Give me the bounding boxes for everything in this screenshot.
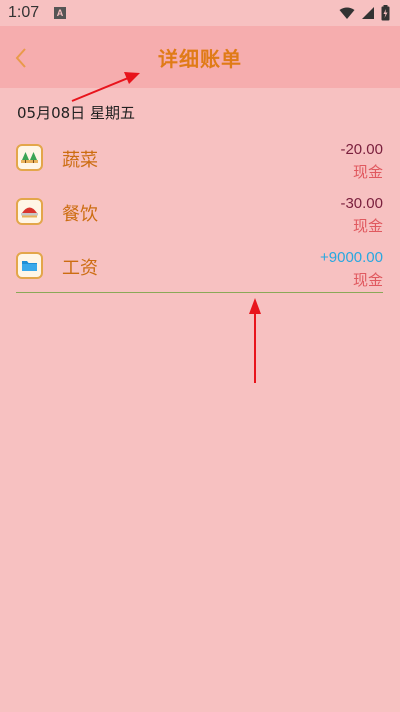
app-header: 详细账单 [0, 26, 400, 88]
wifi-icon [339, 7, 355, 19]
record-category: 工资 [62, 258, 98, 279]
date-label: 05月08日 星期五 [17, 104, 135, 122]
notification-icon: A [54, 7, 66, 19]
record-payment-method: 现金 [352, 217, 383, 235]
page-title: 详细账单 [158, 47, 242, 71]
status-icons [339, 5, 390, 21]
records-list: 蔬菜 -20.00 现金 餐饮 -30.00 现金 工资 +9000.00 现金 [16, 132, 384, 294]
record-payment-method: 现金 [352, 163, 383, 181]
battery-icon [381, 5, 390, 21]
record-payment-method: 现金 [352, 271, 383, 289]
record-category: 餐饮 [62, 204, 98, 225]
signal-icon [362, 7, 374, 19]
list-divider [16, 292, 383, 293]
bowl-icon [16, 198, 43, 225]
trees-icon [16, 144, 43, 171]
record-row[interactable]: 工资 +9000.00 现金 [16, 240, 384, 294]
record-row[interactable]: 蔬菜 -20.00 现金 [16, 132, 384, 186]
record-category: 蔬菜 [62, 150, 98, 171]
record-amount: -20.00 [340, 141, 383, 158]
record-row[interactable]: 餐饮 -30.00 现金 [16, 186, 384, 240]
record-amount: +9000.00 [320, 249, 383, 266]
folder-icon [16, 252, 43, 279]
record-amount: -30.00 [340, 195, 383, 212]
status-time: 1:07 [8, 4, 40, 21]
status-bar: 1:07 A [0, 0, 400, 26]
